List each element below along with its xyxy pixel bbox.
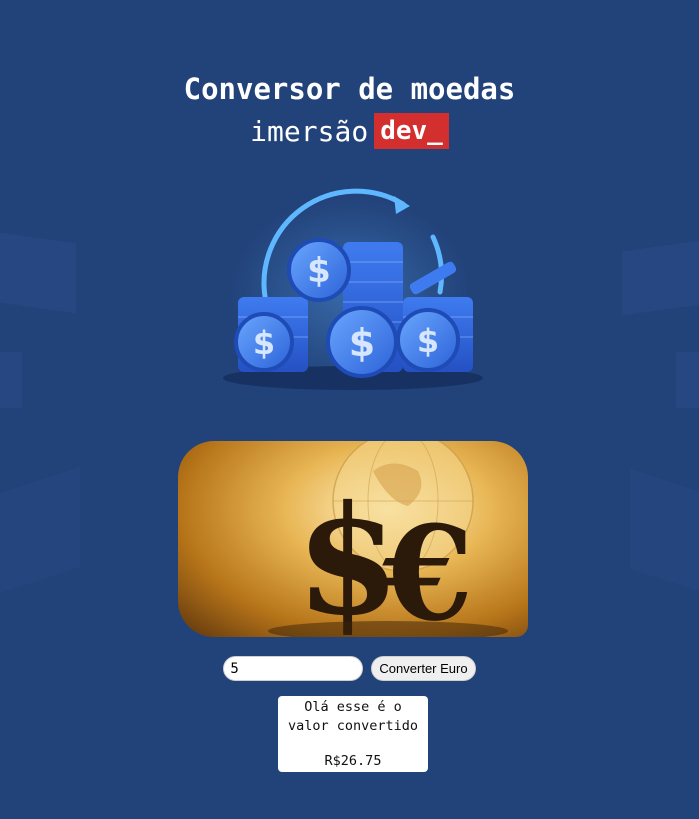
- convert-euro-button[interactable]: Converter Euro: [371, 656, 476, 681]
- brand-logo: imersão dev_: [0, 113, 699, 149]
- svg-text:$: $: [349, 321, 375, 365]
- brand-text: imersão: [250, 114, 369, 148]
- result-line-2: valor convertido: [287, 718, 419, 734]
- bg-shape-left-3: [0, 467, 80, 593]
- conversion-form: Converter Euro: [0, 656, 699, 681]
- bg-shape-right-1: [622, 240, 699, 316]
- bg-shape-right-3: [630, 468, 699, 592]
- svg-text:$: $: [417, 322, 439, 360]
- coins-exchange-icon: $ $ $ $: [218, 182, 488, 394]
- svg-text:$: $: [307, 251, 331, 291]
- bg-shape-left-1: [0, 232, 76, 314]
- svg-text:$: $: [253, 324, 275, 362]
- brand-tag: dev_: [374, 113, 449, 149]
- result-value: R$26.75: [324, 753, 382, 769]
- bg-shape-right-2: [676, 352, 699, 408]
- result-box: Olá esse é o valor convertido R$26.75: [278, 696, 428, 772]
- result-line-1: Olá esse é o: [304, 699, 402, 715]
- page-title: Conversor de moedas: [183, 72, 516, 106]
- bg-shape-left-2: [0, 352, 22, 408]
- amount-input[interactable]: [223, 656, 364, 681]
- dollar-euro-globe-image: $ €: [178, 441, 528, 637]
- svg-text:€: €: [382, 497, 473, 637]
